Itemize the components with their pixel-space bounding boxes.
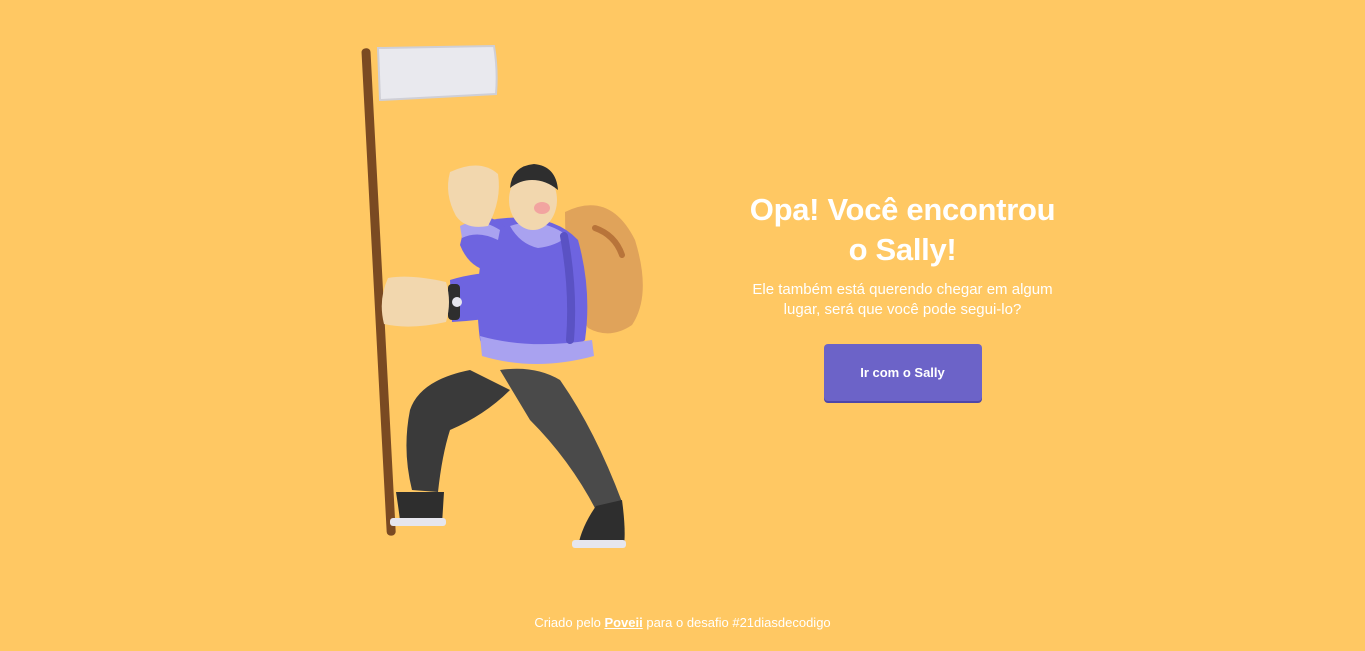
left-leg [406,370,510,492]
go-with-sally-button[interactable]: Ir com o Sally [823,344,982,401]
page-title: Opa! Você encontrou o Sally! [730,190,1075,270]
hand-on-pole [381,276,449,327]
hero-content: Opa! Você encontrou o Sally! Ele também … [730,190,1075,401]
sally-hiker-illustration [361,44,643,548]
page: Opa! Você encontrou o Sally! Ele também … [0,0,1365,651]
title-line-1: Opa! Você encontrou [749,192,1056,227]
right-leg [500,368,622,510]
page-description: Ele também está querendo chegar em algum… [752,281,1053,318]
footer-suffix: para o desafio #21diasdecodigo [642,615,831,630]
footer-credit: Criado pelo Poveii para o desafio #21dia… [0,615,1365,631]
author-link[interactable]: Poveii [604,615,642,630]
white-flag [376,44,498,102]
footer-prefix: Criado pelo [534,615,605,630]
raised-fist [448,165,499,227]
title-line-2: o Sally! [848,232,957,267]
